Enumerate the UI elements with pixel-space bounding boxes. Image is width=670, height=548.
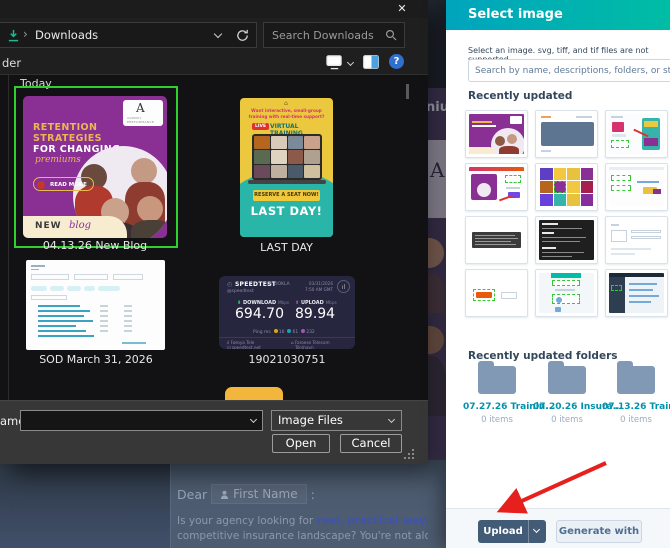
folder-item[interactable]: 07.13.26 Trainin... 0 items [602,366,670,425]
media-thumbnail-dashboard[interactable] [605,269,668,317]
filename-input[interactable] [20,410,263,431]
token-label: First Name [233,487,297,501]
email-paragraph-line1: Is your agency looking for real, practic… [177,515,447,527]
screen: Dear First Name : Is your agency looking… [0,0,670,548]
background-blog-image-edge: nium A [428,88,446,460]
greeting-colon: : [311,487,315,502]
dialog-bottom-bar: ame: Image Files Open Cancel [0,400,428,464]
email-content-background: Dear First Name : Is your agency looking… [170,464,447,548]
file-item-speedtest-thumbnail[interactable]: ◴ SPEEDTEST by OOKLA @speedtest 03/31/20… [219,276,355,349]
toolbar-newfolder-label[interactable]: der [2,56,21,70]
media-thumbnail-retention-blog[interactable] [465,110,528,158]
media-thumbnail-dark-document[interactable] [535,216,598,264]
media-thumbnail-form-screenshot[interactable] [605,216,668,264]
filetype-select[interactable]: Image Files [271,410,402,431]
breadcrumb[interactable]: Downloads [35,28,98,42]
search-downloads-box[interactable]: Search Downloads [263,22,405,48]
media-thumbnail-image-gallery[interactable] [535,163,598,211]
file-open-dialog: ✕ › Downloads Search Downloads der ? [0,0,428,464]
media-thumbnail-banner[interactable] [535,110,598,158]
dialog-titlebar [0,0,428,18]
panel-title: Select image [468,7,563,22]
select-image-panel: Select image Select an image. svg, tiff,… [446,0,670,548]
resize-grip[interactable] [404,449,416,461]
video-call-grid [252,134,322,180]
file-item-caption: SOD March 31, 2026 [12,353,180,366]
media-thumbnail-modal-screenshot[interactable] [535,269,598,317]
folder-icon [478,366,516,394]
recently-updated-heading: Recently updated [468,90,572,102]
personalization-token: First Name [211,484,306,504]
brand-logo-chip: AAGENCY PERFORMANCE [123,100,163,126]
upload-button[interactable]: Upload [478,520,528,543]
panel-footer: Upload Generate with AI [446,508,670,548]
refresh-icon[interactable] [235,28,250,43]
background-headline-fragment: nium [428,100,446,115]
folder-icon [617,366,655,394]
read-more-pill: READ MORE [33,177,94,191]
downloads-icon [7,29,20,42]
face-blob [428,238,444,268]
email-greeting: Dear First Name : [177,484,315,504]
cancel-button[interactable]: Cancel [340,434,402,453]
email-paragraph-line2: competitive insurance landscape? You're … [177,530,447,542]
clothing-blob [428,273,444,313]
search-icon [385,29,397,41]
new-blog-band: NEW blog [23,216,127,238]
greeting-text: Dear [177,487,207,502]
address-dropdown-icon[interactable] [214,30,222,38]
clothing-blob [428,356,446,416]
media-thumbnail-blog-in-browser[interactable] [465,163,528,211]
background-logo-fragment: A [428,140,446,218]
scrollbar[interactable] [406,84,409,99]
address-bar[interactable]: › Downloads [0,22,257,48]
file-item-caption: 19021030751 [219,353,355,366]
media-grid [465,110,668,317]
chevron-down-icon [533,526,540,533]
partially-visible-thumbnail[interactable] [225,387,283,400]
pane-separator [8,75,9,400]
view-mode-icon[interactable] [326,55,343,70]
upload-dropdown-button[interactable] [528,520,546,543]
file-item-caption: 04.13.26 New Blog [23,239,167,252]
open-button[interactable]: Open [272,434,330,453]
preview-pane-icon[interactable] [363,55,379,69]
file-item-caption: LAST DAY [240,241,333,254]
folder-item[interactable]: 07.20.26 Insura... 0 items [533,366,601,425]
folder-item[interactable]: 07.27.26 Trainin... 0 items [463,366,531,425]
file-item-lastday-thumbnail[interactable]: ⌂ Want interactive, small-group training… [240,98,333,237]
media-search-input[interactable] [468,59,670,82]
view-mode-dropdown-icon[interactable] [347,59,354,66]
dimmed-editor-background [0,464,170,548]
breadcrumb-separator: › [23,27,28,41]
strip-top-shade [428,0,446,88]
media-thumbnail-button-highlight[interactable] [465,269,528,317]
close-icon[interactable]: ✕ [388,0,416,17]
help-icon[interactable]: ? [389,54,404,69]
generate-with-ai-button[interactable]: Generate with AI [556,520,642,543]
search-placeholder: Search Downloads [272,29,374,42]
background-page-strip: nium A [428,0,446,548]
file-item-blog-thumbnail[interactable]: AAGENCY PERFORMANCE RETENTION STRATEGIES… [23,96,167,238]
folder-icon [548,366,586,394]
flyer-logo: ⌂ [284,100,288,107]
result-icon: ıl [337,280,350,293]
media-thumbnail-text-card[interactable] [465,216,528,264]
file-item-sod-thumbnail[interactable] [26,260,165,350]
media-thumbnail-settings-screenshot[interactable] [605,163,668,211]
media-thumbnail-flyer-screenshot[interactable] [605,110,668,158]
face-blob [428,326,444,354]
file-list[interactable]: Today AAGENCY PERFORMANCE RETENTION STRA… [0,75,428,400]
person-icon [220,490,229,499]
